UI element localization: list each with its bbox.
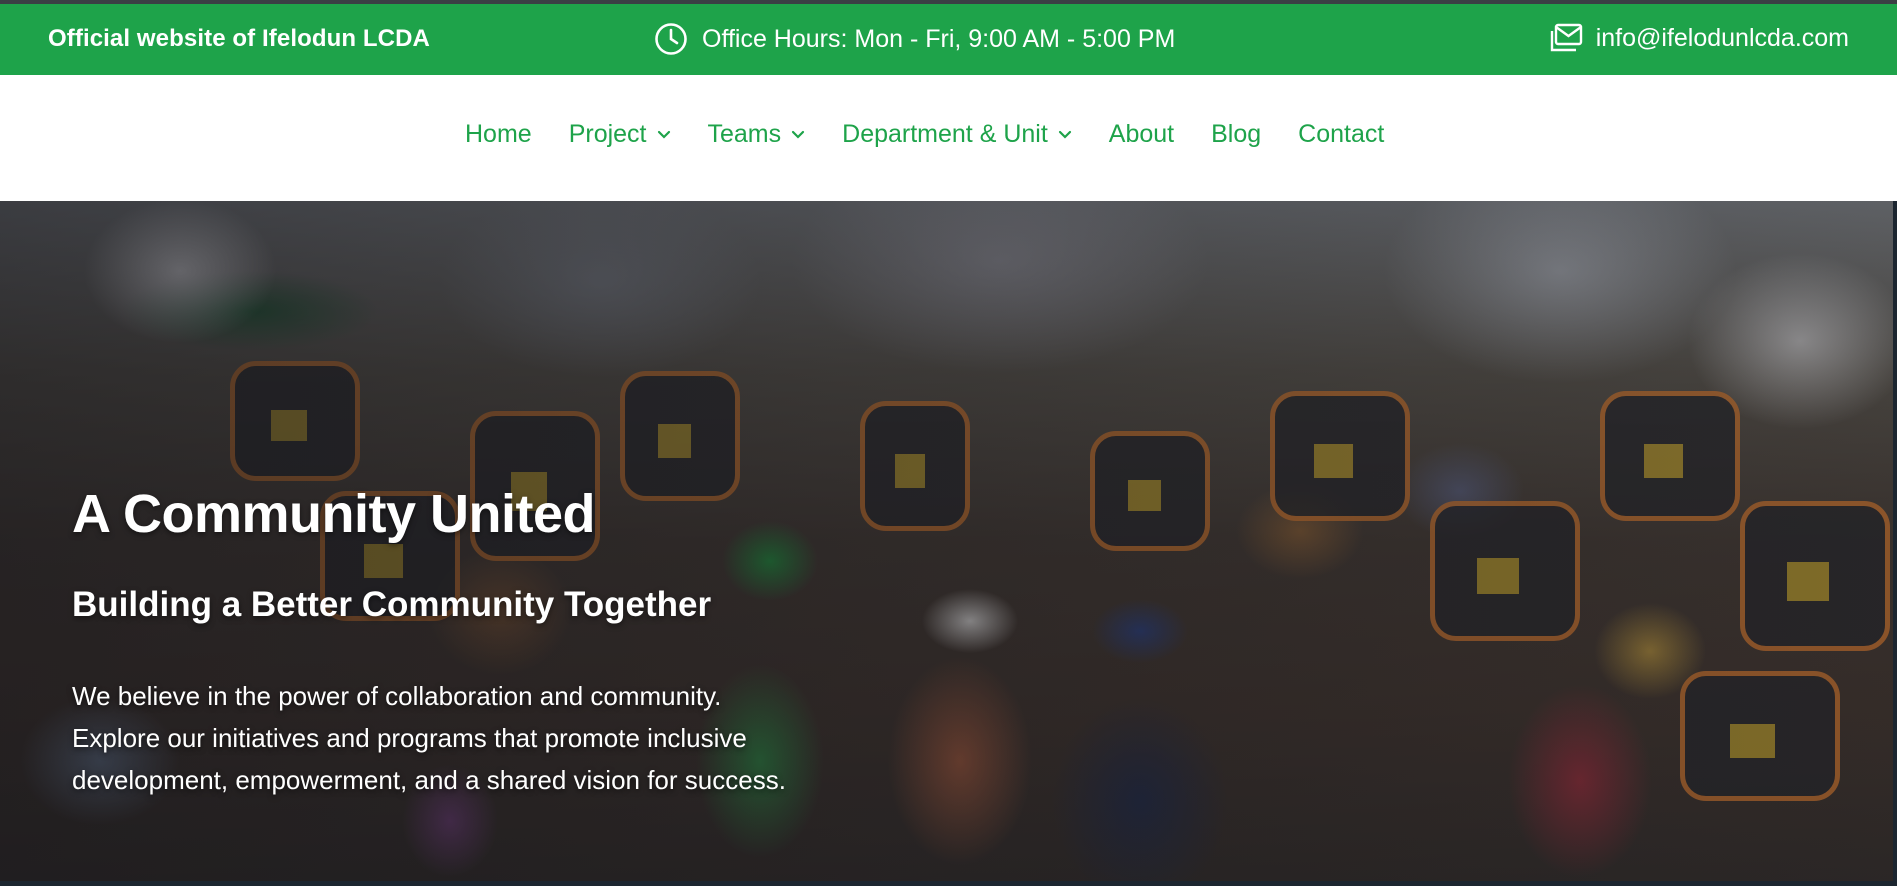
hero-description-line: development, empowerment, and a shared v… [72, 765, 786, 795]
hero-description: We believe in the power of collaboration… [72, 675, 892, 801]
nav-item-label[interactable]: Home [465, 120, 532, 149]
nav-item-label[interactable]: Blog [1211, 120, 1261, 149]
nav-item-about[interactable]: About [1109, 120, 1174, 149]
email-link[interactable]: info@ifelodunlcda.com [1596, 24, 1849, 53]
nav-item-department-unit[interactable]: Department & Unit [842, 120, 1072, 149]
hero-subtitle: Building a Better Community Together [72, 585, 712, 624]
nav-item-label[interactable]: Department & Unit [842, 120, 1048, 149]
hero-title: A Community United [72, 484, 595, 544]
nav-menu: Home Project Teams Department & Unit Abo… [465, 120, 1421, 149]
chevron-down-icon[interactable] [1058, 130, 1072, 140]
nav-item-label[interactable]: About [1109, 120, 1174, 149]
nav-item-project[interactable]: Project [569, 120, 671, 149]
nav-item-label[interactable]: Contact [1298, 120, 1384, 149]
hero-description-line: Explore our initiatives and programs tha… [72, 723, 747, 753]
bottom-edge [0, 881, 1897, 886]
clock-icon [655, 23, 687, 55]
top-info-bar: Official website of Ifelodun LCDA Office… [0, 0, 1897, 75]
contact-email[interactable]: info@ifelodunlcda.com [1548, 22, 1849, 54]
nav-item-teams[interactable]: Teams [708, 120, 806, 149]
office-hours: Office Hours: Mon - Fri, 9:00 AM - 5:00 … [654, 22, 1175, 56]
main-navigation: Home Project Teams Department & Unit Abo… [0, 75, 1897, 201]
hero-description-line: We believe in the power of collaboration… [72, 681, 722, 711]
chevron-down-icon[interactable] [791, 130, 805, 140]
nav-item-blog[interactable]: Blog [1211, 120, 1261, 149]
site-title: Official website of Ifelodun LCDA [48, 25, 430, 52]
hero-banner: A Community United Building a Better Com… [0, 201, 1897, 881]
office-hours-text: Office Hours: Mon - Fri, 9:00 AM - 5:00 … [702, 24, 1176, 53]
nav-item-label[interactable]: Teams [708, 120, 782, 149]
window-edge [1893, 201, 1897, 881]
envelope-icon [1550, 23, 1582, 52]
nav-item-home[interactable]: Home [465, 120, 532, 149]
nav-item-label[interactable]: Project [569, 120, 647, 149]
nav-item-contact[interactable]: Contact [1298, 120, 1384, 149]
chevron-down-icon[interactable] [657, 130, 671, 140]
